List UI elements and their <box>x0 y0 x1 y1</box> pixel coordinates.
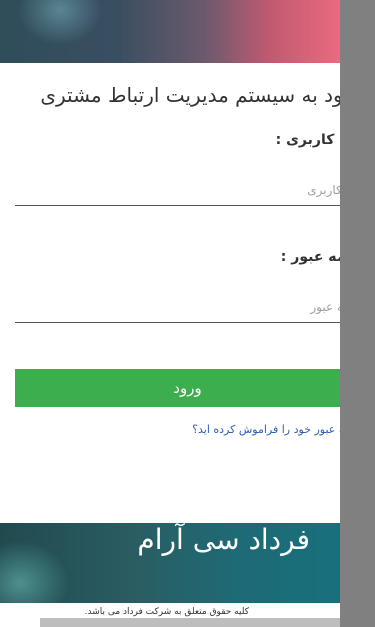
login-button[interactable]: ورود <box>15 369 340 407</box>
login-card: ورود به سیستم مدیریت ارتباط مشتری نام کا… <box>0 63 340 523</box>
horizontal-scrollbar[interactable] <box>40 618 340 627</box>
page: ورود به سیستم مدیریت ارتباط مشتری نام کا… <box>0 0 375 627</box>
vertical-scrollbar[interactable] <box>340 0 375 627</box>
username-input[interactable] <box>15 175 340 206</box>
forgot-password-link[interactable]: کلمه عبور خود را فراموش کرده اید؟ <box>0 423 340 436</box>
login-title: ورود به سیستم مدیریت ارتباط مشتری <box>40 83 340 107</box>
brand-name: فرداد سی آرام <box>137 523 310 556</box>
copyright-text: کلیه حقوق متعلق به شرکت فرداد می باشد. <box>84 607 249 617</box>
password-input[interactable] <box>15 292 340 323</box>
header-background-image <box>0 0 340 63</box>
password-label: کلمه عبور : <box>280 249 340 265</box>
username-label: نام کاربری : <box>275 132 340 148</box>
